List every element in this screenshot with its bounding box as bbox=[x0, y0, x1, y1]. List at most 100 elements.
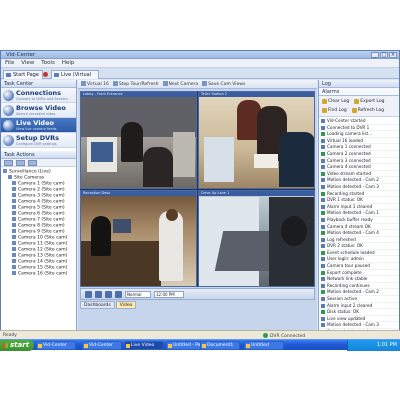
camera-view-3[interactable]: Reception Desk bbox=[80, 190, 197, 287]
export-log-button[interactable]: Export Log bbox=[353, 98, 386, 105]
camera-view-2[interactable]: Teller Station 2 bbox=[198, 91, 315, 189]
maximize-button[interactable]: □ bbox=[380, 52, 388, 58]
log-entry[interactable]: Recording continues bbox=[319, 283, 399, 290]
log-entry[interactable]: Live view updated bbox=[319, 316, 399, 323]
log-entry[interactable]: Motion detected - Cam 4 bbox=[319, 230, 399, 237]
log-entry[interactable]: Alarm input 1 cleared bbox=[319, 204, 399, 211]
clear-log-button[interactable]: Clear Log bbox=[321, 98, 351, 105]
log-entry[interactable]: Motion detected - Cam 1 bbox=[319, 210, 399, 217]
menu-file[interactable]: File bbox=[5, 59, 14, 67]
virtual-16-button[interactable]: Virtual 16 bbox=[81, 80, 109, 88]
log-entry[interactable]: Export complete bbox=[319, 270, 399, 277]
camera-label: Lobby - Front Entrance bbox=[81, 92, 196, 97]
log-entry[interactable]: User login: admin bbox=[319, 256, 399, 264]
task-connections[interactable]: Connections Connect to DVRs and Servers bbox=[1, 88, 76, 103]
rewind-icon[interactable] bbox=[85, 290, 92, 298]
log-entry-icon bbox=[321, 264, 325, 269]
tree-camera-item[interactable]: Camera 16 (Site cam) bbox=[3, 271, 76, 277]
tree-label: Camera 6 (Site cam) bbox=[18, 211, 65, 217]
close-tab-icon[interactable] bbox=[43, 72, 48, 77]
speed-select[interactable]: Normal bbox=[125, 290, 151, 298]
log-entry[interactable]: Camera 4 stream OK bbox=[319, 224, 399, 231]
log-entry-icon bbox=[321, 198, 325, 203]
log-entry[interactable]: Session active bbox=[319, 296, 399, 303]
tab-video[interactable]: Video bbox=[115, 301, 137, 309]
log-entry[interactable]: Motion detected - Cam 3 bbox=[319, 184, 399, 191]
camera-view-1[interactable]: Lobby - Front Entrance bbox=[80, 91, 197, 189]
find-log-button[interactable]: Find Log bbox=[321, 107, 349, 114]
taskbar-button[interactable]: Live Video bbox=[124, 341, 164, 350]
taskbar-button[interactable]: Untitled bbox=[244, 341, 284, 350]
title-bar[interactable]: Vid-Center _ □ × bbox=[1, 51, 399, 59]
task-actions-header: Task Actions bbox=[1, 151, 76, 159]
time-field[interactable]: 12:00 PM bbox=[154, 290, 184, 298]
log-subtab[interactable]: Alarms bbox=[319, 88, 399, 96]
tree-label: Camera 13 (Site cam) bbox=[18, 253, 68, 259]
log-entry[interactable]: Vid-Center started bbox=[319, 118, 399, 125]
task-setup-dvrs[interactable]: Setup DVRs Configure DVR settings bbox=[1, 133, 76, 148]
tree-toolbar bbox=[1, 159, 76, 167]
log-entry[interactable]: Virtual 16 loaded bbox=[319, 138, 399, 145]
log-entry-icon bbox=[321, 231, 325, 236]
log-entry[interactable]: Video stream started bbox=[319, 171, 399, 178]
log-entry[interactable]: Motion detected - Cam 2 bbox=[319, 289, 399, 297]
log-entry[interactable]: Playback buffer ready bbox=[319, 217, 399, 224]
refresh-log-button[interactable]: Refresh Log bbox=[351, 107, 386, 114]
log-entry[interactable]: Camera 1 connected bbox=[319, 144, 399, 151]
log-entry[interactable]: Loading camera list... bbox=[319, 131, 399, 138]
camera-icon bbox=[12, 265, 16, 269]
log-entry[interactable]: Event schedule loaded bbox=[319, 250, 399, 257]
taskbar-button[interactable]: Vid-Center bbox=[36, 341, 76, 350]
log-entry[interactable]: Camera 3 connected bbox=[319, 158, 399, 165]
log-entry-icon bbox=[321, 125, 325, 130]
tab-start-page[interactable]: Start Page bbox=[3, 70, 48, 79]
minimize-button[interactable]: _ bbox=[371, 52, 379, 58]
save-views-button[interactable]: Save Cam Views bbox=[202, 80, 245, 88]
next-camera-button[interactable]: Next Camera bbox=[162, 80, 198, 88]
filter-icon[interactable] bbox=[28, 160, 37, 166]
log-entry[interactable]: DVR 1 status: OK bbox=[319, 197, 399, 204]
forward-icon[interactable] bbox=[115, 290, 122, 298]
log-entry-text: Event schedule loaded bbox=[327, 249, 375, 255]
camera-icon bbox=[12, 187, 16, 191]
refresh-icon[interactable] bbox=[16, 160, 25, 166]
log-entry[interactable]: Motion detected - Cam 3 bbox=[319, 322, 399, 329]
folder-icon bbox=[3, 169, 7, 173]
task-browse-video[interactable]: Browse Video Search recorded video bbox=[1, 103, 76, 118]
log-entry[interactable]: Camera tour paused bbox=[319, 263, 399, 270]
tab-dashboards[interactable]: Dashboards bbox=[80, 301, 115, 309]
log-entry[interactable]: Camera 4 connected bbox=[319, 164, 399, 171]
stop-tour-button[interactable]: Stop Tour/Refresh bbox=[112, 80, 159, 88]
log-entry[interactable]: Network link stable bbox=[319, 276, 399, 283]
log-entry-text: Video stream started bbox=[327, 170, 372, 176]
pause-icon[interactable] bbox=[105, 290, 112, 298]
taskbar-button[interactable]: Vid-Center bbox=[82, 341, 122, 350]
expand-icon[interactable] bbox=[4, 160, 13, 166]
menu-view[interactable]: View bbox=[21, 59, 34, 67]
close-button[interactable]: × bbox=[389, 52, 397, 58]
camera-label: Teller Station 2 bbox=[199, 92, 314, 97]
task-live-video[interactable]: Live Video View live camera feeds bbox=[1, 118, 76, 133]
log-entry[interactable]: Disk status: OK bbox=[319, 309, 399, 316]
tree-label: Camera 10 (Site cam) bbox=[18, 235, 68, 241]
log-entry[interactable]: Camera 2 connected bbox=[319, 151, 399, 158]
log-entry[interactable]: Alarm input 2 cleared bbox=[319, 303, 399, 310]
log-entry-text: Live view updated bbox=[327, 315, 366, 321]
monitor-shape bbox=[113, 219, 131, 233]
system-tray[interactable]: 1:01 PM bbox=[347, 340, 400, 351]
log-entry-icon bbox=[321, 244, 325, 249]
log-entry[interactable]: Recording started bbox=[319, 191, 399, 198]
camera-view-4[interactable]: Drive-Up Lane 1 bbox=[198, 190, 315, 287]
tab-label: Start Page bbox=[13, 72, 39, 78]
tree-label: Site Cameras bbox=[14, 175, 45, 181]
log-entry[interactable]: DVR 2 status: OK bbox=[319, 243, 399, 250]
log-entry[interactable]: Connected to DVR 1 bbox=[319, 125, 399, 132]
log-entry[interactable]: Log refreshed bbox=[319, 237, 399, 244]
menu-help[interactable]: Help bbox=[62, 59, 75, 67]
log-entry[interactable]: Motion detected - Cam 2 bbox=[319, 177, 399, 184]
taskbar-button[interactable]: Document1 bbox=[200, 341, 240, 350]
tab-live-virtual[interactable]: Live (Virtual 16) bbox=[51, 70, 99, 86]
start-button[interactable]: start bbox=[0, 340, 34, 351]
play-icon[interactable] bbox=[95, 290, 102, 298]
menu-tools[interactable]: Tools bbox=[41, 59, 55, 67]
